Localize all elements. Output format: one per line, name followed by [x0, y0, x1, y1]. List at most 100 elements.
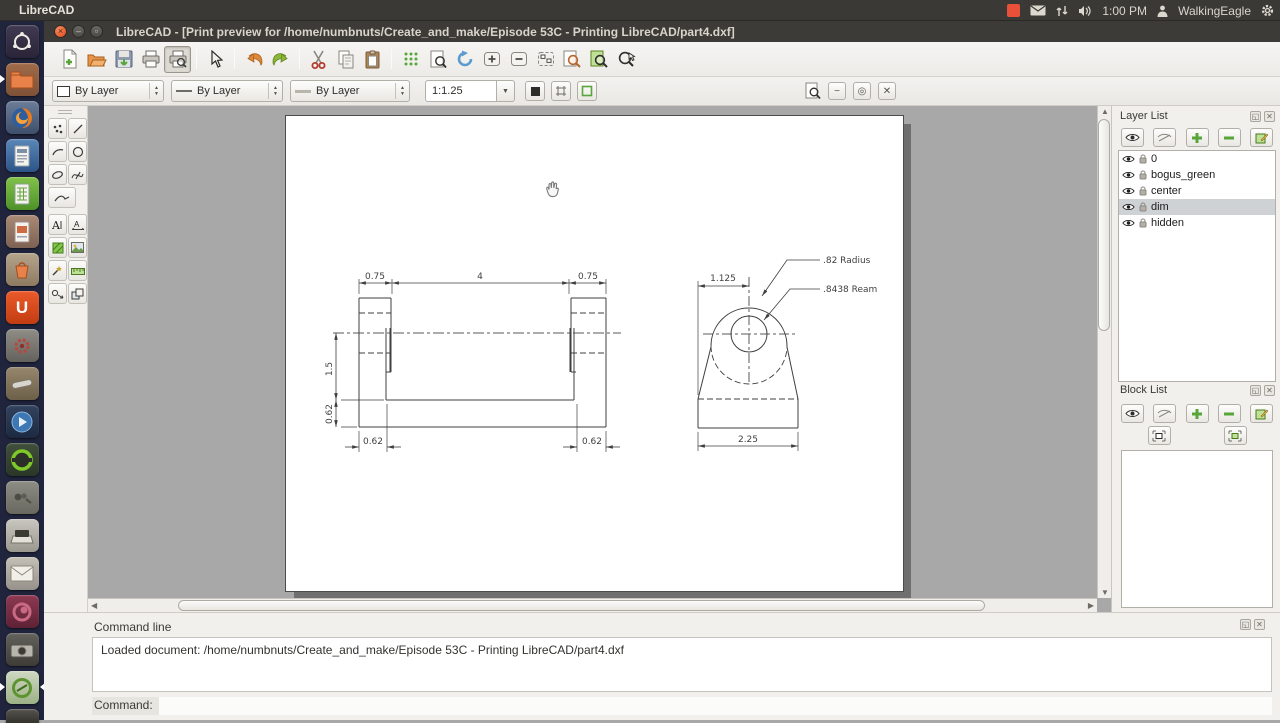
launcher-swirl-icon[interactable]	[6, 595, 39, 628]
launcher-software-center-icon[interactable]	[6, 253, 39, 286]
zoom-pan-button[interactable]	[613, 46, 640, 73]
layer-row[interactable]: center	[1119, 183, 1275, 199]
maximize-button[interactable]: ▫	[90, 25, 103, 38]
measure-tool-button[interactable]	[68, 260, 87, 281]
points-tool-button[interactable]	[48, 118, 67, 139]
print-button[interactable]	[137, 46, 164, 73]
close-button[interactable]: ×	[54, 25, 67, 38]
layer-visible-icon[interactable]	[1122, 171, 1135, 179]
new-document-button[interactable]	[56, 46, 83, 73]
command-history[interactable]: Loaded document: /home/numbnuts/Create_a…	[92, 637, 1272, 692]
redraw-button[interactable]	[451, 46, 478, 73]
arc-tool-button[interactable]	[48, 141, 67, 162]
print-scale-input[interactable]: 1:1.25	[425, 80, 497, 102]
layer-visible-icon[interactable]	[1122, 187, 1135, 195]
launcher-partial-icon[interactable]	[6, 709, 39, 723]
command-input[interactable]	[159, 697, 1272, 715]
layer-row-selected[interactable]: dim	[1119, 199, 1275, 215]
launcher-writer-icon[interactable]	[6, 139, 39, 172]
hatch-tool-button[interactable]	[48, 237, 67, 258]
volume-icon[interactable]	[1078, 5, 1092, 17]
pen-width-select[interactable]: By Layer ▲▼	[171, 80, 283, 102]
preview-close-button[interactable]: ✕	[878, 82, 896, 100]
close-panel-icon[interactable]: ✕	[1264, 385, 1275, 396]
mail-icon[interactable]	[1030, 5, 1046, 16]
close-panel-icon[interactable]: ✕	[1264, 111, 1275, 122]
line-tool-button[interactable]	[68, 118, 87, 139]
layer-lock-icon[interactable]	[1139, 170, 1147, 180]
launcher-impress-icon[interactable]	[6, 215, 39, 248]
vertical-scrollbar-thumb[interactable]	[1098, 119, 1110, 331]
horizontal-scrollbar-thumb[interactable]	[178, 600, 985, 611]
layer-lock-icon[interactable]	[1139, 154, 1147, 164]
ellipse-tool-button[interactable]	[48, 164, 67, 185]
grid-toggle-button[interactable]	[397, 46, 424, 73]
preview-center-button[interactable]: ◎	[853, 82, 871, 100]
block-list[interactable]	[1121, 450, 1273, 608]
remove-layer-button[interactable]	[1218, 128, 1241, 147]
create-block-button[interactable]	[1148, 426, 1171, 445]
layer-row[interactable]: 0	[1119, 151, 1275, 167]
launcher-settings-icon[interactable]	[6, 329, 39, 362]
float-panel-icon[interactable]: ◱	[1250, 111, 1261, 122]
preview-minus-button[interactable]: −	[828, 82, 846, 100]
zoom-window-button[interactable]	[532, 46, 559, 73]
float-panel-icon[interactable]: ◱	[1240, 619, 1251, 630]
layer-lock-icon[interactable]	[1139, 186, 1147, 196]
pen-linetype-select[interactable]: By Layer ▲▼	[290, 80, 410, 102]
spline-tool-button[interactable]	[68, 164, 87, 185]
layer-visible-icon[interactable]	[1122, 155, 1135, 163]
preview-zoom-button[interactable]	[800, 79, 824, 103]
open-file-button[interactable]	[83, 46, 110, 73]
float-panel-icon[interactable]: ◱	[1250, 385, 1261, 396]
zoom-previous-button[interactable]	[559, 46, 586, 73]
dimension-tool-button[interactable]: A	[68, 214, 87, 235]
show-all-blocks-button[interactable]	[1121, 404, 1144, 423]
launcher-dash-icon[interactable]	[6, 25, 39, 58]
global-menu-app-name[interactable]: LibreCAD	[19, 3, 74, 17]
block-tool-button[interactable]	[68, 283, 87, 304]
clock[interactable]: 1:00 PM	[1102, 4, 1147, 18]
undo-button[interactable]	[240, 46, 267, 73]
close-panel-icon[interactable]: ✕	[1254, 619, 1265, 630]
zoom-out-button[interactable]	[505, 46, 532, 73]
copy-button[interactable]	[332, 46, 359, 73]
launcher-tools-icon[interactable]	[6, 481, 39, 514]
launcher-utility-icon[interactable]	[6, 367, 39, 400]
launcher-calc-icon[interactable]	[6, 177, 39, 210]
username[interactable]: WalkingEagle	[1178, 4, 1251, 18]
launcher-librecad-icon[interactable]	[6, 671, 39, 704]
select-pointer-button[interactable]	[202, 46, 229, 73]
add-block-button[interactable]	[1186, 404, 1209, 423]
layer-lock-icon[interactable]	[1139, 202, 1147, 212]
zoom-page-button[interactable]	[424, 46, 451, 73]
insert-block-button[interactable]	[1224, 426, 1247, 445]
launcher-media-player-icon[interactable]	[6, 405, 39, 438]
launcher-mail-icon[interactable]	[6, 557, 39, 590]
add-layer-button[interactable]	[1186, 128, 1209, 147]
edit-block-button[interactable]	[1250, 404, 1273, 423]
layer-lock-icon[interactable]	[1139, 218, 1147, 228]
session-gear-icon[interactable]	[1261, 4, 1274, 17]
cut-button[interactable]	[305, 46, 332, 73]
layer-row[interactable]: hidden	[1119, 215, 1275, 231]
polyline-tool-button[interactable]	[48, 187, 76, 208]
save-button[interactable]	[110, 46, 137, 73]
remove-block-button[interactable]	[1218, 404, 1241, 423]
hide-all-blocks-button[interactable]	[1153, 404, 1176, 423]
image-tool-button[interactable]	[68, 237, 87, 258]
network-icon[interactable]	[1056, 5, 1068, 17]
layer-visible-icon[interactable]	[1122, 219, 1135, 227]
redo-button[interactable]	[267, 46, 294, 73]
launcher-files-icon[interactable]	[6, 63, 39, 96]
minimize-button[interactable]: –	[72, 25, 85, 38]
launcher-camera-icon[interactable]	[6, 633, 39, 666]
zoom-auto-button[interactable]	[586, 46, 613, 73]
black-white-toggle-button[interactable]	[525, 81, 545, 101]
select-tool-button[interactable]	[48, 283, 67, 304]
palette-handle[interactable]	[58, 110, 72, 114]
paste-button[interactable]	[359, 46, 386, 73]
pen-color-select[interactable]: By Layer ▲▼	[52, 80, 164, 102]
center-page-button[interactable]	[577, 81, 597, 101]
modify-tool-button[interactable]	[48, 260, 67, 281]
